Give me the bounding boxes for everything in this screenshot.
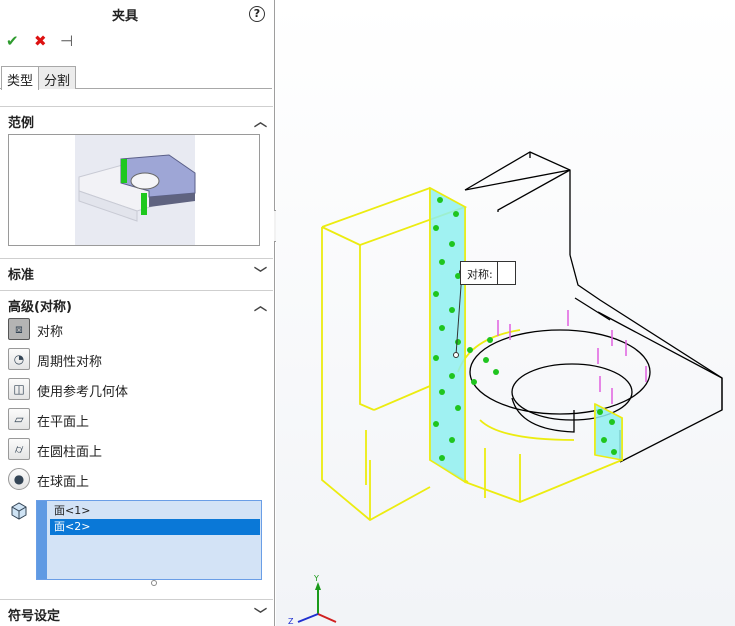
option-on-spherical-face[interactable]: ● 在球面上 [8,468,268,492]
property-manager-panel: 夹具 ? ✔ ✖ ⊣ 类型 分割 范例 ︿ 标准 ﹀ 高级(对称) ︿ ⧈ 对称… [0,0,275,626]
selected-faces-box[interactable]: 面<1> 面<2> [36,500,262,580]
reference-geometry-icon: ◫ [8,378,30,400]
option-symmetry[interactable]: ⧈ 对称 [8,318,268,342]
face-icon [11,502,27,520]
tab-split[interactable]: 分割 [38,66,77,89]
chevron-down-icon[interactable]: ﹀ [254,263,267,282]
section-standard-header[interactable]: 标准 ﹀ [0,258,273,284]
option-flat-label: 在平面上 [37,415,90,430]
section-symbol-header[interactable]: 符号设定 ﹀ [0,599,273,625]
model-drawing [297,151,723,623]
section-example-header[interactable]: 范例 ︿ [0,106,273,132]
chevron-down-icon[interactable]: ﹀ [254,604,267,623]
chevron-up-icon[interactable]: ︿ [254,111,267,130]
on-cylindrical-face-icon: ⌭ [8,438,30,460]
option-cylindrical-label: 在圆柱面上 [37,445,103,460]
pushpin-icon[interactable]: ⊣ [60,32,73,50]
example-preview [8,134,260,246]
option-spherical-label: 在球面上 [37,475,90,490]
panel-title: 夹具 [111,9,138,24]
resize-grip-handle[interactable] [151,580,157,586]
selection-focus-bar [37,501,47,579]
option-on-cylindrical-face[interactable]: ⌭ 在圆柱面上 [8,438,268,462]
example-bracket-image [75,135,196,245]
tab-type[interactable]: 类型 [1,66,40,90]
on-spherical-face-icon: ● [8,468,30,490]
symmetry-callout[interactable]: 对称: [460,261,516,285]
section-advanced-header[interactable]: 高级(对称) ︿ [0,290,273,316]
triad-y-label: Y [314,574,319,583]
option-symmetry-label: 对称 [37,325,64,340]
graphics-viewport[interactable]: Y Z [276,0,735,626]
callout-divider [497,262,498,284]
section-symbol-label: 符号设定 [8,609,61,624]
callout-label: 对称: [467,268,493,281]
selected-faces-list[interactable]: 面<1> 面<2> [50,503,260,577]
option-cyclic-symmetry[interactable]: ◔ 周期性对称 [8,348,268,372]
option-reference-geometry[interactable]: ◫ 使用参考几何体 [8,378,268,402]
triad-z-label: Z [288,617,294,626]
cyclic-symmetry-icon: ◔ [8,348,30,370]
symmetry-icon: ⧈ [8,318,30,340]
option-on-flat-face[interactable]: ▱ 在平面上 [8,408,268,432]
chevron-up-icon[interactable]: ︿ [254,295,267,314]
option-cyclic-label: 周期性对称 [37,355,103,370]
section-standard-label: 标准 [8,268,35,283]
tab-bar: 类型 分割 [0,64,272,90]
ok-check-icon[interactable]: ✔ [6,32,19,50]
list-item-face-2[interactable]: 面<2> [50,519,260,535]
help-icon[interactable]: ? [249,6,265,22]
on-flat-face-icon: ▱ [8,408,30,430]
section-example-label: 范例 [8,116,35,131]
option-reference-label: 使用参考几何体 [37,385,129,400]
cancel-x-icon[interactable]: ✖ [34,32,47,50]
section-advanced-label: 高级(对称) [8,300,72,315]
list-item-face-1[interactable]: 面<1> [50,503,260,519]
